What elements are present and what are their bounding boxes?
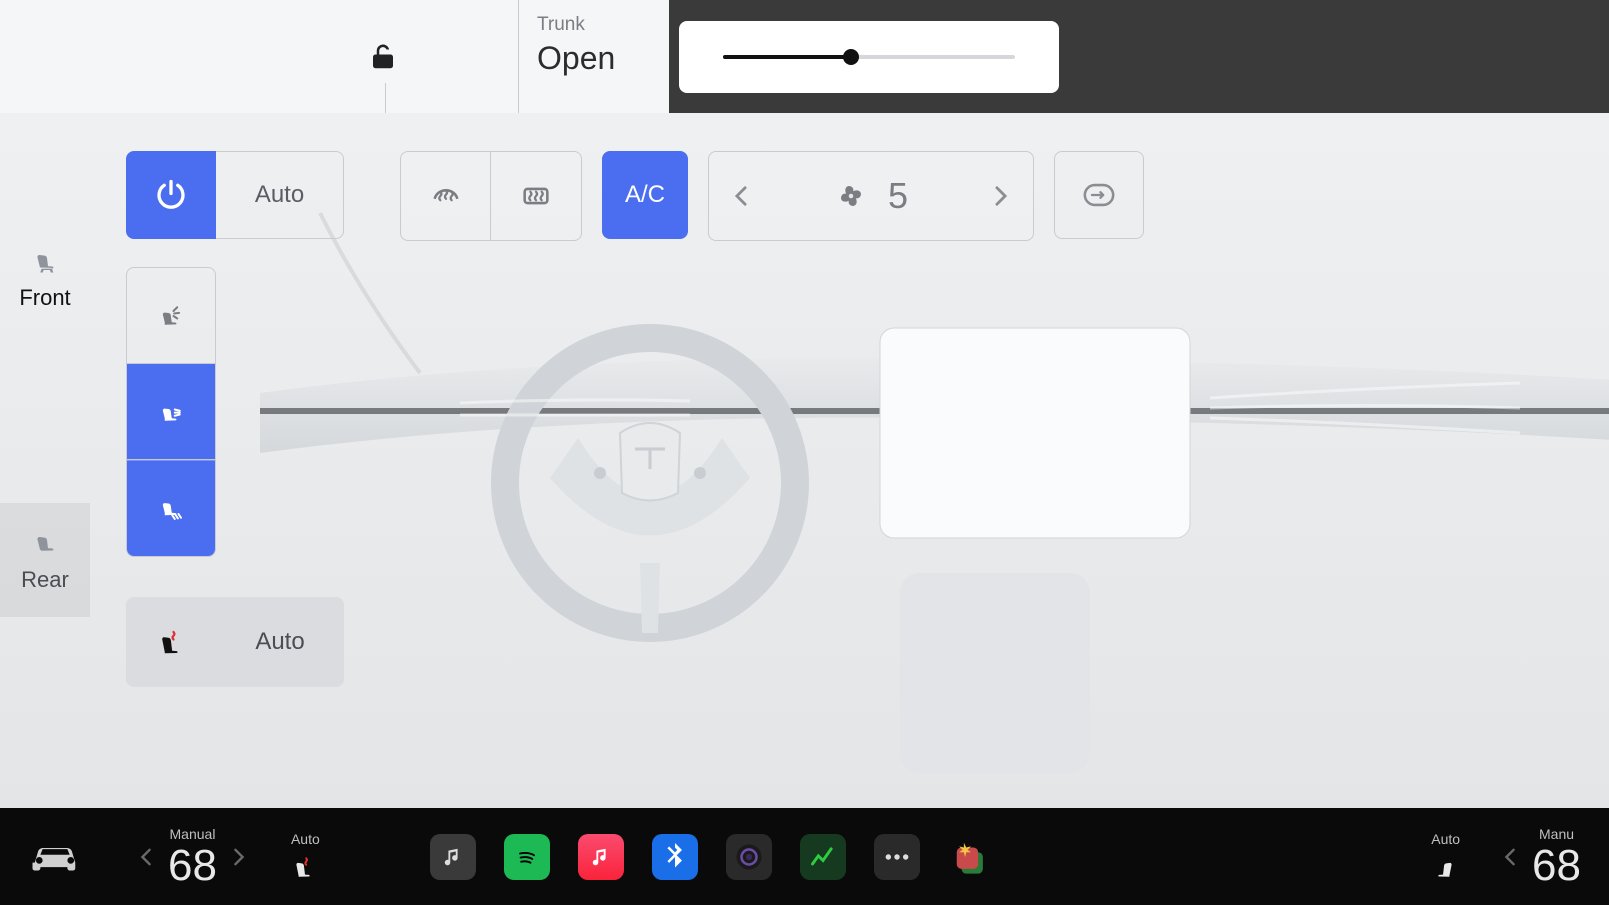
seat-front-icon <box>26 245 64 275</box>
dock-apple-music[interactable] <box>578 834 624 880</box>
header-right <box>669 0 1609 113</box>
recirculate-icon <box>1082 180 1116 210</box>
seat-icon <box>1431 851 1457 883</box>
climate-auto-button[interactable]: Auto <box>216 151 344 239</box>
unlock-icon <box>368 40 398 74</box>
seat-heater-button[interactable] <box>126 597 216 687</box>
rail-rear[interactable]: Rear <box>0 503 90 617</box>
car-icon <box>28 837 82 877</box>
left-temp-value: 68 <box>168 844 217 888</box>
airflow-column <box>126 267 216 557</box>
chevron-left-icon <box>1504 847 1516 867</box>
right-seat-footer[interactable]: Auto <box>1431 831 1460 883</box>
dock-recent[interactable] <box>948 834 994 880</box>
left-temp-mode: Manual <box>168 826 217 842</box>
seat-auto-button[interactable]: Auto <box>216 597 344 687</box>
fan-display: 5 <box>773 175 969 217</box>
fan-speed-value: 5 <box>888 175 908 217</box>
footer: Manual 68 Auto Auto <box>0 808 1609 905</box>
app-dock <box>430 834 994 880</box>
side-rail: Front Rear <box>0 113 90 808</box>
power-row: Auto <box>126 151 344 239</box>
front-defrost-button[interactable] <box>401 152 491 240</box>
trunk-status: Open <box>537 40 651 77</box>
left-seat-mode: Auto <box>291 831 320 847</box>
defrost-group <box>400 151 582 241</box>
right-cluster: Auto Manu 68 <box>1431 826 1581 888</box>
header-left: Trunk Open <box>0 0 669 113</box>
slider-knob[interactable] <box>843 49 859 65</box>
temp-left-increase[interactable] <box>233 847 245 867</box>
left-temp-readout[interactable]: Manual 68 <box>168 826 217 888</box>
volume-slider[interactable] <box>723 55 1015 59</box>
interior-illustration <box>260 153 1609 808</box>
seat-heater-row: Auto <box>126 597 344 687</box>
right-temp-value: 68 <box>1532 844 1581 888</box>
trunk-cell[interactable]: Trunk Open <box>518 0 669 113</box>
fan-increase-button[interactable] <box>969 152 1033 240</box>
chevron-right-icon <box>994 185 1008 207</box>
music-note-icon <box>590 846 612 868</box>
top-controls: A/C 5 <box>400 151 1144 241</box>
dock-dashcam[interactable] <box>726 834 772 880</box>
lock-cell[interactable] <box>0 0 518 113</box>
car-status-button[interactable] <box>28 837 82 877</box>
slider-fill <box>723 55 851 59</box>
airflow-face-button[interactable] <box>127 268 215 364</box>
right-seat-mode: Auto <box>1431 831 1460 847</box>
right-temp-readout[interactable]: Manu 68 <box>1532 826 1581 888</box>
bluetooth-icon <box>664 843 686 871</box>
temp-left-decrease[interactable] <box>140 847 152 867</box>
temp-right-decrease[interactable] <box>1504 847 1516 867</box>
power-button[interactable] <box>126 151 216 239</box>
fan-icon <box>834 179 868 213</box>
header: Trunk Open <box>0 0 1609 113</box>
rail-front[interactable]: Front <box>0 231 90 333</box>
divider <box>385 83 386 113</box>
front-defrost-icon <box>429 179 463 213</box>
rail-rear-label: Rear <box>21 567 69 593</box>
dock-music[interactable] <box>430 834 476 880</box>
chevron-right-icon <box>233 847 245 867</box>
left-seat-footer[interactable]: Auto <box>291 831 320 883</box>
lens-icon <box>734 842 764 872</box>
rear-defrost-button[interactable] <box>491 152 581 240</box>
airflow-face-icon <box>156 301 186 331</box>
ac-button[interactable]: A/C <box>602 151 688 239</box>
recirculate-button[interactable] <box>1054 151 1144 239</box>
chart-icon <box>809 843 837 871</box>
chevron-left-icon <box>734 185 748 207</box>
music-note-icon <box>442 846 464 868</box>
climate-panel: Front Rear Auto <box>0 113 1609 808</box>
dock-spotify[interactable] <box>504 834 550 880</box>
airflow-body-icon <box>156 397 186 427</box>
airflow-feet-icon <box>156 494 186 524</box>
more-icon <box>884 852 910 862</box>
fan-group: 5 <box>708 151 1034 241</box>
seat-heat-icon <box>291 851 317 883</box>
fan-decrease-button[interactable] <box>709 152 773 240</box>
dock-more[interactable] <box>874 834 920 880</box>
dock-energy[interactable] <box>800 834 846 880</box>
control-column: Auto Auto <box>126 151 344 687</box>
left-temp-cluster: Manual 68 <box>140 826 245 888</box>
rail-front-label: Front <box>19 285 70 311</box>
right-temp-mode: Manu <box>1532 826 1581 842</box>
app-stack-icon <box>952 838 990 876</box>
dock-bluetooth[interactable] <box>652 834 698 880</box>
airflow-feet-button[interactable] <box>127 460 215 556</box>
rear-defrost-icon <box>519 179 553 213</box>
volume-slider-panel <box>679 21 1059 93</box>
power-icon <box>153 177 189 213</box>
chevron-left-icon <box>140 847 152 867</box>
seat-rear-icon <box>26 527 64 557</box>
spotify-icon <box>513 843 541 871</box>
seat-heat-icon <box>156 624 186 660</box>
trunk-label: Trunk <box>537 14 651 36</box>
airflow-body-button[interactable] <box>127 364 215 460</box>
